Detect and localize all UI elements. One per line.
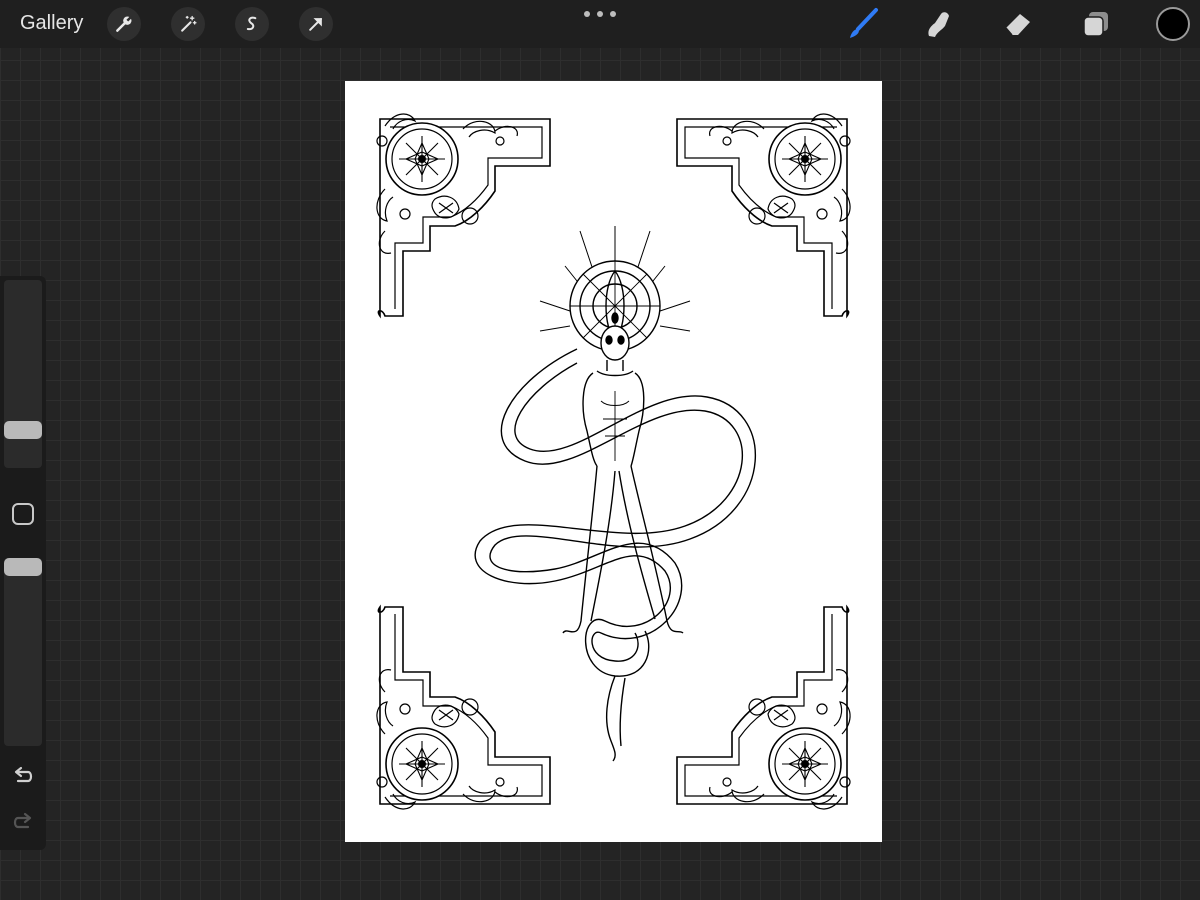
dot bbox=[610, 11, 616, 17]
corner-ornament-bottom-right bbox=[676, 606, 851, 810]
transform-button[interactable] bbox=[299, 7, 333, 41]
brush-size-slider[interactable] bbox=[4, 280, 42, 468]
redo-icon[interactable] bbox=[10, 810, 36, 834]
layers-button[interactable] bbox=[1078, 6, 1114, 42]
line-art-drawing bbox=[376, 113, 851, 810]
layers-icon bbox=[1083, 12, 1108, 37]
smudge-tool-button[interactable] bbox=[921, 6, 957, 42]
adjustments-button[interactable] bbox=[171, 7, 205, 41]
magic-wand-icon bbox=[181, 15, 197, 32]
top-toolbar: Gallery bbox=[0, 0, 1200, 48]
smudge-icon bbox=[928, 12, 949, 37]
gallery-button[interactable]: Gallery bbox=[20, 12, 83, 35]
selection-button[interactable] bbox=[235, 7, 269, 41]
wrench-icon bbox=[116, 15, 133, 32]
corner-ornament-top-left bbox=[376, 113, 551, 317]
more-options-button[interactable] bbox=[584, 8, 616, 20]
actions-button[interactable] bbox=[107, 7, 141, 41]
dot bbox=[584, 11, 590, 17]
eraser-tool-button[interactable] bbox=[1000, 6, 1036, 42]
brush-size-slider-thumb[interactable] bbox=[4, 421, 42, 440]
color-picker-button[interactable] bbox=[1156, 7, 1190, 41]
transform-arrow-icon bbox=[309, 18, 322, 31]
opacity-slider[interactable] bbox=[4, 558, 42, 746]
corner-ornament-top-right bbox=[676, 113, 851, 317]
eraser-icon bbox=[1005, 14, 1030, 36]
corner-ornament-bottom-left bbox=[376, 606, 551, 810]
modify-button[interactable] bbox=[12, 503, 34, 525]
selection-icon bbox=[246, 16, 257, 31]
central-figure bbox=[474, 226, 757, 762]
opacity-slider-thumb[interactable] bbox=[4, 558, 42, 576]
dot bbox=[597, 11, 603, 17]
brush-tool-button[interactable] bbox=[845, 6, 881, 42]
undo-icon[interactable] bbox=[10, 764, 36, 788]
left-sidebar bbox=[0, 276, 46, 850]
brush-icon bbox=[850, 8, 878, 38]
drawing-canvas[interactable] bbox=[345, 81, 882, 842]
